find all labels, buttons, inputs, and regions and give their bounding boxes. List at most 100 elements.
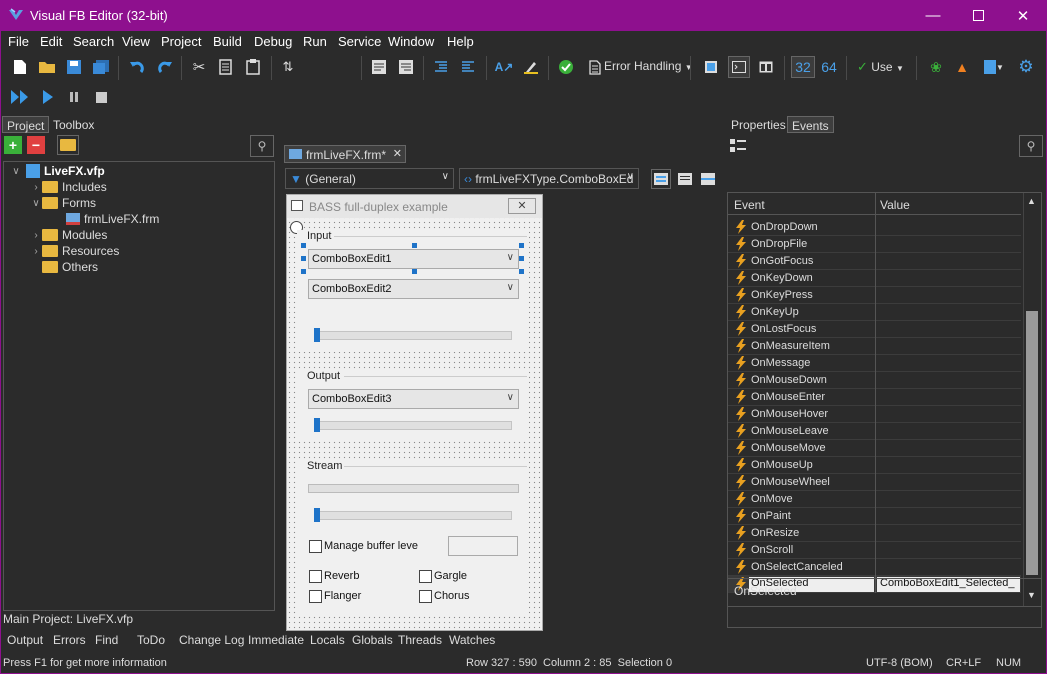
- menu-service[interactable]: Service: [338, 34, 381, 49]
- tab-toolbox[interactable]: Toolbox: [49, 116, 98, 133]
- combo-box-edit1[interactable]: ComboBoxEdit1 ∨: [308, 249, 519, 269]
- stream-slider-thumb[interactable]: [314, 508, 320, 522]
- tab-frmlivefx[interactable]: frmLiveFX.frm* ✕: [284, 145, 406, 163]
- chorus-checkbox[interactable]: [419, 590, 432, 603]
- build-64-toggle[interactable]: 64: [818, 56, 840, 78]
- open-button[interactable]: [36, 56, 58, 78]
- pin-right-panel-button[interactable]: ⚲: [1019, 135, 1043, 157]
- menu-run[interactable]: Run: [303, 34, 327, 49]
- categorized-view-button[interactable]: [727, 135, 749, 157]
- manage-buffer-checkbox[interactable]: [309, 540, 322, 553]
- save-all-button[interactable]: [90, 56, 112, 78]
- title-bar[interactable]: Visual FB Editor (32-bit) — ✕: [0, 0, 1047, 31]
- add-file-button[interactable]: +: [4, 136, 22, 154]
- undo-button[interactable]: [126, 56, 148, 78]
- menu-edit[interactable]: Edit: [40, 34, 62, 49]
- tab-events[interactable]: Events: [787, 116, 834, 133]
- remove-file-button[interactable]: −: [27, 136, 45, 154]
- menu-search[interactable]: Search: [73, 34, 114, 49]
- tree-item-modules[interactable]: › Modules: [30, 227, 107, 243]
- tab-locals[interactable]: Locals: [310, 633, 345, 647]
- menu-window[interactable]: Window: [388, 34, 434, 49]
- pin-left-panel-button[interactable]: ⚲: [250, 135, 274, 157]
- maximize-button[interactable]: [955, 0, 1001, 31]
- sort-button[interactable]: A↗: [493, 56, 515, 78]
- tab-threads[interactable]: Threads: [398, 633, 442, 647]
- scrollbar-thumb[interactable]: [1026, 311, 1038, 575]
- tab-globals[interactable]: Globals: [352, 633, 393, 647]
- tab-change-log[interactable]: Change Log: [179, 633, 244, 647]
- docs-dropdown[interactable]: ▼: [979, 56, 1009, 78]
- minimize-button[interactable]: —: [910, 0, 956, 31]
- view-code-button[interactable]: [675, 169, 695, 189]
- flanger-checkbox[interactable]: [309, 590, 322, 603]
- menu-project[interactable]: Project: [161, 34, 201, 49]
- run-button[interactable]: [37, 86, 59, 108]
- status-line-end[interactable]: CR+LF: [946, 657, 981, 669]
- build-32-toggle[interactable]: 32: [791, 56, 815, 78]
- close-tab-icon[interactable]: ✕: [393, 147, 402, 160]
- scroll-up-icon[interactable]: ▲: [1027, 196, 1036, 206]
- pause-button[interactable]: [63, 86, 85, 108]
- col-value-header[interactable]: Value: [880, 198, 910, 212]
- gargle-checkbox[interactable]: [419, 570, 432, 583]
- combo-box-edit3[interactable]: ComboBoxEdit3 ∨: [308, 389, 519, 409]
- input-level-slider[interactable]: [314, 331, 512, 340]
- status-encoding[interactable]: UTF-8 (BOM): [866, 657, 933, 669]
- reverb-checkbox[interactable]: [309, 570, 322, 583]
- close-window-button[interactable]: ✕: [1000, 0, 1046, 31]
- output-level-slider[interactable]: [314, 421, 512, 430]
- tree-item-others[interactable]: Others: [42, 259, 98, 275]
- menu-help[interactable]: Help: [447, 34, 474, 49]
- syntax-check-button[interactable]: [555, 56, 577, 78]
- combo-box-edit2[interactable]: ComboBoxEdit2 ∨: [308, 279, 519, 299]
- type-combo[interactable]: ‹› frmLiveFXType.ComboBoxEd ∨: [459, 168, 639, 189]
- open-folder-button[interactable]: [57, 135, 79, 155]
- tree-item-includes[interactable]: › Includes: [30, 179, 106, 195]
- view-split-button[interactable]: [698, 169, 718, 189]
- use-dropdown[interactable]: ✓ Use ▼: [857, 59, 904, 75]
- cut-button[interactable]: ✂: [188, 56, 210, 78]
- col-event-header[interactable]: Event: [734, 198, 765, 212]
- tree-root[interactable]: ∨ LiveFX.vfp: [10, 163, 105, 179]
- run-fast-button[interactable]: [9, 86, 31, 108]
- align-left-button[interactable]: [368, 56, 390, 78]
- indent-button[interactable]: [430, 56, 452, 78]
- tab-project[interactable]: Project: [2, 116, 50, 133]
- tab-errors[interactable]: Errors: [53, 633, 86, 647]
- stop-button[interactable]: [90, 86, 112, 108]
- align-right-button[interactable]: [395, 56, 417, 78]
- form-view-button[interactable]: [700, 56, 722, 78]
- tab-todo[interactable]: ToDo: [137, 633, 165, 647]
- input-slider-thumb[interactable]: [314, 328, 320, 342]
- tab-watches[interactable]: Watches: [449, 633, 495, 647]
- highlight-button[interactable]: [520, 56, 542, 78]
- debug-bug-button[interactable]: ❀: [925, 56, 947, 78]
- events-scrollbar[interactable]: ▲ ▼: [1023, 193, 1040, 606]
- redo-button[interactable]: [154, 56, 176, 78]
- tree-item-forms[interactable]: ∨ Forms: [30, 195, 96, 211]
- tab-properties[interactable]: Properties: [727, 116, 790, 133]
- menu-view[interactable]: View: [122, 34, 150, 49]
- tree-item-resources[interactable]: › Resources: [30, 243, 119, 259]
- stream-level-slider[interactable]: [314, 511, 512, 520]
- settings-button[interactable]: ⚙: [1015, 56, 1037, 78]
- buffer-level-input[interactable]: [448, 536, 518, 556]
- copy-button[interactable]: [215, 56, 237, 78]
- output-slider-thumb[interactable]: [314, 418, 320, 432]
- error-handling-dropdown[interactable]: Error Handling ▼: [604, 59, 693, 73]
- paste-button[interactable]: [242, 56, 264, 78]
- menu-debug[interactable]: Debug: [254, 34, 292, 49]
- general-combo[interactable]: ▼ (General) ∨: [285, 168, 454, 189]
- outdent-button[interactable]: [457, 56, 479, 78]
- save-button[interactable]: [63, 56, 85, 78]
- format-button[interactable]: ⇅: [277, 56, 299, 78]
- tab-output[interactable]: Output: [7, 633, 43, 647]
- form-designer[interactable]: BASS full-duplex example ✕ Input ComboBo…: [286, 194, 543, 631]
- tree-item-form-file[interactable]: frmLiveFX.frm: [66, 211, 159, 227]
- new-file-button[interactable]: [9, 56, 31, 78]
- code-view-button[interactable]: [728, 56, 750, 78]
- menu-file[interactable]: File: [8, 34, 29, 49]
- compile-fire-button[interactable]: ▲: [951, 56, 973, 78]
- split-view-button[interactable]: [755, 56, 777, 78]
